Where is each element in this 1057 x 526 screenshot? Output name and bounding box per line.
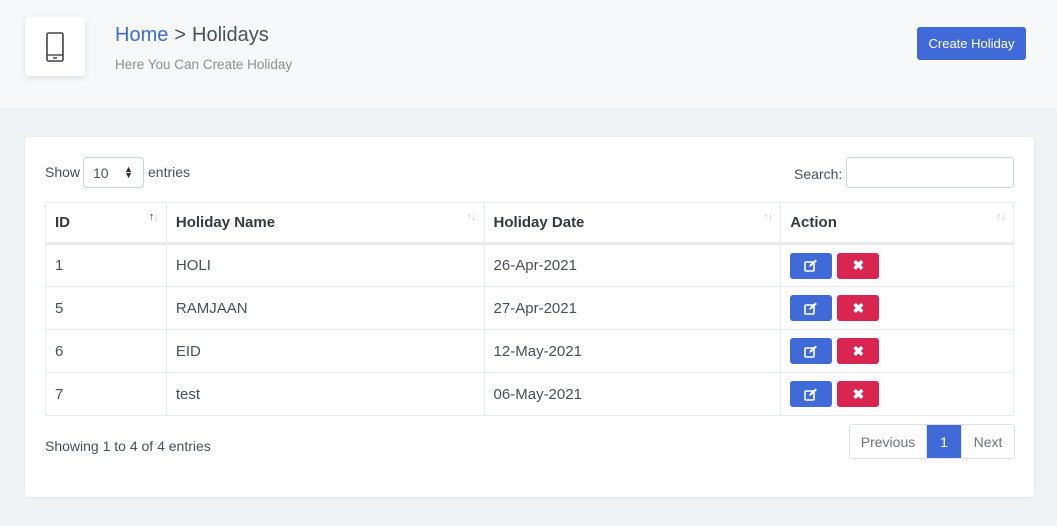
delete-icon: ✖ <box>852 385 865 402</box>
select-caret-icon: ▲ ▼ <box>124 164 133 180</box>
delete-button[interactable]: ✖ <box>837 295 880 321</box>
cell-actions: ✖ <box>780 243 1014 287</box>
pagination-next-button[interactable]: Next <box>961 425 1014 458</box>
cell-holiday-date: 26-Apr-2021 <box>483 243 782 287</box>
create-holiday-button[interactable]: Create Holiday <box>917 27 1026 60</box>
delete-button[interactable]: ✖ <box>837 381 880 407</box>
delete-icon: ✖ <box>852 342 865 359</box>
edit-button[interactable] <box>790 338 833 364</box>
page-icon-box <box>25 17 85 76</box>
edit-icon <box>804 345 818 358</box>
cell-id: 7 <box>45 372 167 416</box>
entries-per-page-select[interactable]: 10 ▲ ▼ <box>83 157 144 188</box>
column-header-id[interactable]: ID ↑↓ <box>45 202 167 245</box>
breadcrumb: Home > Holidays <box>115 24 269 47</box>
search-input[interactable] <box>846 157 1014 188</box>
delete-icon: ✖ <box>852 257 865 273</box>
pagination: Previous 1 Next <box>849 424 1015 459</box>
mobile-phone-icon <box>46 31 64 62</box>
cell-id: 1 <box>45 243 167 287</box>
cell-actions: ✖ <box>780 286 1014 330</box>
sort-icon: ↑↓ <box>763 211 773 223</box>
delete-icon: ✖ <box>852 299 865 316</box>
sort-ascending-icon: ↑↓ <box>148 211 159 223</box>
cell-actions: ✖ <box>780 372 1014 416</box>
column-header-action[interactable]: Action ↑↓ <box>780 202 1014 245</box>
delete-button[interactable]: ✖ <box>837 252 880 279</box>
cell-holiday-name: test <box>165 372 485 416</box>
show-label: Show <box>45 164 81 180</box>
cell-holiday-name: RAMJAAN <box>165 286 485 330</box>
pagination-previous-button[interactable]: Previous <box>850 425 927 458</box>
column-header-label: ID <box>55 214 70 231</box>
cell-actions: ✖ <box>780 329 1014 373</box>
holidays-table: ID ↑↓ Holiday Name ↑↓ Holiday Date ↑↓ Ac… <box>45 202 1014 416</box>
table-row: 1 HOLI 26-Apr-2021 ✖ <box>45 243 1014 287</box>
cell-holiday-name: EID <box>165 329 485 373</box>
edit-icon <box>804 388 818 401</box>
column-header-holiday-name[interactable]: Holiday Name ↑↓ <box>165 202 485 245</box>
table-row: 5 RAMJAAN 27-Apr-2021 ✖ <box>45 286 1014 330</box>
cell-id: 5 <box>45 286 167 330</box>
holidays-card: Show 10 ▲ ▼ entries Search: ID ↑↓ Holiday… <box>25 137 1034 497</box>
cell-holiday-date: 12-May-2021 <box>483 329 782 373</box>
pagination-page-1[interactable]: 1 <box>927 425 961 458</box>
sort-icon: ↑↓ <box>996 211 1006 223</box>
table-info: Showing 1 to 4 of 4 entries <box>45 438 211 454</box>
breadcrumb-home-link[interactable]: Home <box>115 24 168 46</box>
cell-holiday-date: 27-Apr-2021 <box>483 286 782 330</box>
edit-button[interactable] <box>790 252 833 279</box>
table-header-row: ID ↑↓ Holiday Name ↑↓ Holiday Date ↑↓ Ac… <box>45 202 1014 245</box>
column-header-label: Action <box>790 214 837 231</box>
cell-holiday-date: 06-May-2021 <box>483 372 782 416</box>
cell-holiday-name: HOLI <box>165 243 485 287</box>
breadcrumb-current: Holidays <box>192 24 269 46</box>
delete-button[interactable]: ✖ <box>837 338 880 364</box>
table-row: 7 test 06-May-2021 ✖ <box>45 372 1014 416</box>
cell-id: 6 <box>45 329 167 373</box>
entries-select-value: 10 <box>93 164 109 181</box>
sort-icon: ↑↓ <box>466 211 477 223</box>
page-header: Home > Holidays Here You Can Create Holida… <box>0 0 1057 107</box>
edit-button[interactable] <box>790 295 833 321</box>
table-row: 6 EID 12-May-2021 ✖ <box>45 329 1014 373</box>
edit-button[interactable] <box>790 381 833 407</box>
breadcrumb-separator: > <box>174 24 187 46</box>
entries-label: entries <box>148 164 191 180</box>
column-header-label: Holiday Date <box>493 214 585 231</box>
edit-icon <box>804 302 818 315</box>
search-label: Search: <box>794 166 843 182</box>
edit-icon <box>804 259 818 272</box>
page-subtitle: Here You Can Create Holiday <box>115 57 293 72</box>
column-header-holiday-date[interactable]: Holiday Date ↑↓ <box>483 202 782 245</box>
column-header-label: Holiday Name <box>175 214 276 231</box>
